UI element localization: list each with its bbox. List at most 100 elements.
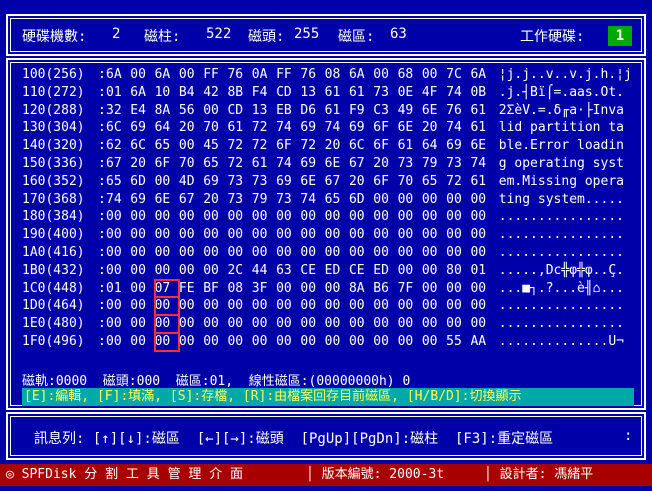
hex-byte[interactable]: 00 [179, 137, 203, 155]
hex-byte[interactable]: 0B [470, 84, 494, 102]
hex-byte[interactable]: 00 [470, 208, 494, 226]
hex-byte[interactable]: 00 [252, 226, 276, 244]
hex-byte[interactable]: 73 [227, 191, 251, 209]
hex-byte[interactable]: 00 [106, 315, 130, 333]
hex-byte[interactable]: 6E [300, 173, 324, 191]
hex-byte[interactable]: 74 [276, 119, 300, 137]
hex-byte[interactable]: 62 [106, 137, 130, 155]
hex-byte[interactable]: 00 [155, 226, 179, 244]
hex-byte[interactable]: 00 [203, 102, 227, 120]
hex-byte[interactable]: 00 [446, 191, 470, 209]
hex-byte[interactable]: 76 [446, 102, 470, 120]
hex-byte[interactable]: 79 [422, 155, 446, 173]
hex-byte[interactable]: 70 [203, 119, 227, 137]
hex-byte[interactable]: 00 [422, 66, 446, 84]
hex-byte[interactable]: 00 [130, 333, 154, 351]
hex-byte[interactable]: 65 [422, 173, 446, 191]
hex-byte[interactable]: 00 [470, 244, 494, 262]
hex-byte[interactable]: 20 [349, 173, 373, 191]
hex-byte[interactable]: ED [325, 262, 349, 280]
hex-byte[interactable]: FF [203, 66, 227, 84]
hex-byte[interactable]: 00 [446, 280, 470, 298]
hex-byte[interactable]: 6C [130, 137, 154, 155]
hex-byte[interactable]: 74 [106, 191, 130, 209]
hex-dump[interactable]: 100(256):6A 00 6A 00 FF 76 0A FF 76 08 6A 00 68 00 7C 6… [22, 66, 632, 352]
hex-byte[interactable]: 00 [130, 262, 154, 280]
hex-byte[interactable]: 00 [349, 244, 373, 262]
hex-byte[interactable]: E4 [130, 102, 154, 120]
hex-byte[interactable]: 74 [446, 119, 470, 137]
hex-byte[interactable]: 00 [300, 244, 324, 262]
hex-byte[interactable]: 7C [446, 66, 470, 84]
hex-byte[interactable]: 00 [153, 296, 180, 317]
hex-byte[interactable]: 69 [276, 173, 300, 191]
hex-byte[interactable]: 45 [203, 137, 227, 155]
hex-byte[interactable]: 00 [422, 297, 446, 315]
hex-byte[interactable]: 69 [130, 191, 154, 209]
hex-byte[interactable]: 00 [373, 226, 397, 244]
hex-byte[interactable]: 55 [446, 333, 470, 351]
hex-byte[interactable]: 00 [130, 226, 154, 244]
hex-byte[interactable]: 61 [325, 84, 349, 102]
hex-byte[interactable]: 13 [252, 102, 276, 120]
hex-byte[interactable]: 00 [446, 244, 470, 262]
hex-byte[interactable]: 74 [325, 119, 349, 137]
hex-byte[interactable]: 00 [446, 315, 470, 333]
hex-byte[interactable]: 20 [373, 155, 397, 173]
hex-byte[interactable]: 6E [422, 102, 446, 120]
hex-byte[interactable]: 20 [422, 119, 446, 137]
hex-byte[interactable]: 00 [155, 208, 179, 226]
hex-row[interactable]: 1F0(496):00 00 00 00 00 00 00 00 00 00 00 00 00 00 55 A… [22, 331, 632, 352]
hex-byte[interactable]: 20 [203, 191, 227, 209]
hex-byte[interactable]: 6A [155, 66, 179, 84]
hex-byte[interactable]: 61 [398, 137, 422, 155]
hex-row[interactable]: 190(400):00 00 00 00 00 00 00 00 00 00 00 00 00 00 00 0… [22, 226, 632, 244]
hex-byte[interactable]: 00 [325, 226, 349, 244]
hex-byte[interactable]: 69 [130, 119, 154, 137]
hex-byte[interactable]: 6E [398, 119, 422, 137]
hex-byte[interactable]: 74 [276, 155, 300, 173]
hex-byte[interactable]: 67 [179, 191, 203, 209]
hex-byte[interactable]: 20 [325, 137, 349, 155]
hex-byte[interactable]: 00 [227, 315, 251, 333]
hex-byte[interactable]: 00 [179, 297, 203, 315]
hex-byte[interactable]: 3F [252, 280, 276, 298]
hex-byte[interactable]: 00 [203, 262, 227, 280]
hex-byte[interactable]: 0A [252, 66, 276, 84]
hex-byte[interactable]: 00 [300, 280, 324, 298]
hex-byte[interactable]: 00 [373, 208, 397, 226]
hex-byte[interactable]: 00 [252, 244, 276, 262]
hex-byte[interactable]: 00 [300, 315, 324, 333]
hex-row[interactable]: 130(304):6C 69 64 20 70 61 72 74 69 74 69 6F 6E 20 74 6… [22, 119, 632, 137]
hex-byte[interactable]: 76 [227, 66, 251, 84]
hex-byte[interactable]: 6D [349, 191, 373, 209]
hex-byte[interactable]: FE [179, 280, 203, 298]
hex-byte[interactable]: 00 [155, 262, 179, 280]
hex-byte[interactable]: 6F [155, 155, 179, 173]
hex-row[interactable]: 140(320):62 6C 65 00 45 72 72 6F 72 20 6C 6F 61 64 69 6… [22, 137, 632, 155]
hex-row[interactable]: 170(368):74 69 6E 67 20 73 79 73 74 65 6D 00 00 00 00 0… [22, 191, 632, 209]
hex-byte[interactable]: 0E [398, 84, 422, 102]
hex-byte[interactable]: 00 [422, 208, 446, 226]
hex-byte[interactable]: 42 [203, 84, 227, 102]
hex-byte[interactable]: 00 [130, 297, 154, 315]
hex-byte[interactable]: 00 [130, 244, 154, 262]
hex-byte[interactable]: 6A [349, 66, 373, 84]
hex-byte[interactable]: 00 [276, 280, 300, 298]
hex-byte[interactable]: 4F [422, 84, 446, 102]
hex-byte[interactable]: 6C [349, 137, 373, 155]
hex-byte[interactable]: 69 [446, 137, 470, 155]
hex-byte[interactable]: 00 [252, 315, 276, 333]
hex-byte[interactable]: 00 [227, 226, 251, 244]
hex-byte[interactable]: CD [276, 84, 300, 102]
hex-byte[interactable]: 00 [276, 244, 300, 262]
hex-byte[interactable]: 00 [422, 262, 446, 280]
hex-byte[interactable]: 73 [252, 173, 276, 191]
hex-byte[interactable]: 00 [373, 297, 397, 315]
hex-byte[interactable]: 72 [252, 137, 276, 155]
hex-byte[interactable]: 00 [130, 208, 154, 226]
hex-row[interactable]: 1A0(416):00 00 00 00 00 00 00 00 00 00 00 00 00 00 00 0… [22, 244, 632, 262]
hex-byte[interactable]: F4 [252, 84, 276, 102]
hex-byte[interactable]: 67 [325, 173, 349, 191]
hex-byte[interactable]: 73 [276, 191, 300, 209]
